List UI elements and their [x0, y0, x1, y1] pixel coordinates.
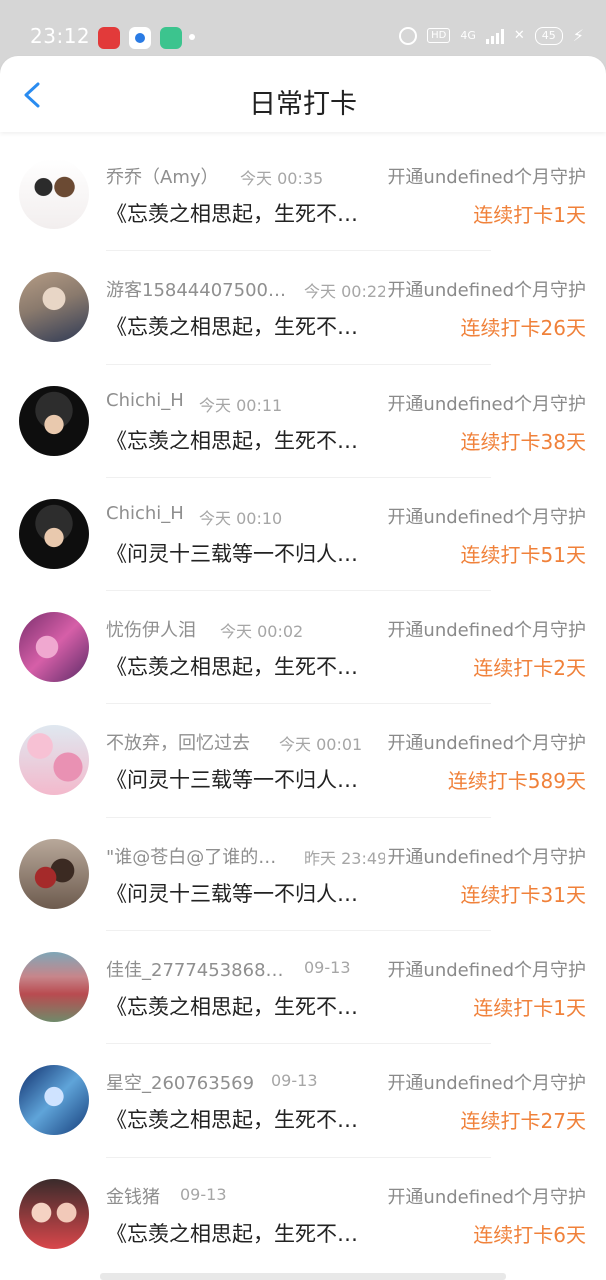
- scroll-indicator: [100, 1273, 506, 1280]
- list-item[interactable]: 星空_260763569 09-13 开通undefined个月守护 《忘羡之相…: [0, 1044, 606, 1158]
- post-time: 今天 00:22: [304, 282, 388, 302]
- streak-count: 连续打卡31天: [460, 882, 586, 907]
- user-name: 星空_260763569: [106, 1073, 255, 1095]
- avatar[interactable]: [19, 838, 89, 909]
- guard-label: 开通undefined个月守护: [385, 276, 586, 303]
- streak-count: 连续打卡2天: [473, 656, 586, 681]
- post-time: 今天 00:35: [240, 169, 324, 188]
- app-notification-icon: [160, 27, 182, 49]
- user-name: Chichi_H: [106, 389, 184, 411]
- more-notifications-icon: [189, 34, 195, 40]
- user-name: 佳佳_2777453868…: [106, 960, 284, 982]
- user-name: 游客15844407500…: [106, 280, 286, 302]
- checkin-list: 乔乔（Amy） 今天 00:35 开通undefined个月守护 《忘羡之相思起…: [0, 138, 606, 1271]
- status-time: 23:12: [30, 24, 91, 48]
- guard-label: 开通undefined个月守护: [385, 502, 586, 529]
- signal-icon: [485, 28, 504, 44]
- status-indicators: HD 4G ✕ 45 ⚡: [399, 26, 584, 45]
- alarm-icon: [399, 26, 418, 45]
- post-time: 今天 00:10: [199, 508, 283, 528]
- guard-label: 开通undefined个月守护: [385, 1182, 586, 1209]
- streak-count: 连续打卡6天: [473, 1222, 586, 1247]
- post-time: 09-13: [304, 958, 351, 978]
- avatar[interactable]: [19, 1065, 89, 1136]
- streak-count: 连续打卡38天: [460, 429, 586, 454]
- guard-label: 开通undefined个月守护: [385, 616, 586, 643]
- user-name: Chichi_H: [106, 502, 184, 524]
- streak-count: 连续打卡1天: [473, 203, 586, 227]
- checkin-message: 《问灵十三载等一不归人…: [106, 768, 358, 793]
- no-signal-icon: ✕: [513, 28, 525, 43]
- avatar[interactable]: [19, 1178, 89, 1249]
- checkin-message: 《问灵十三载等一不归人…: [106, 541, 358, 566]
- avatar[interactable]: [19, 159, 89, 229]
- list-item[interactable]: 游客15844407500… 今天 00:22 开通undefined个月守护 …: [0, 251, 606, 365]
- post-time: 昨天 23:49: [304, 848, 388, 868]
- post-time: 今天 00:02: [220, 622, 304, 642]
- guard-label: 开通undefined个月守护: [385, 163, 586, 189]
- avatar[interactable]: [19, 952, 89, 1023]
- post-time: 09-13: [271, 1071, 318, 1091]
- guard-label: 开通undefined个月守护: [385, 729, 586, 756]
- checkin-message: 《忘羡之相思起，生死不…: [106, 995, 358, 1020]
- list-item[interactable]: 金钱猪 09-13 开通undefined个月守护 《忘羡之相思起，生死不… 连…: [0, 1158, 606, 1271]
- checkin-message: 《忘羡之相思起，生死不…: [106, 1221, 358, 1246]
- list-item[interactable]: 不放弃，回忆过去 今天 00:01 开通undefined个月守护 《问灵十三载…: [0, 704, 606, 818]
- checkin-message: 《忘羡之相思起，生死不…: [106, 1108, 358, 1133]
- user-name: 不放弃，回忆过去: [106, 733, 250, 755]
- network-label: 4G: [460, 29, 476, 42]
- app-notification-icon: [129, 27, 151, 49]
- user-name: 金钱猪: [106, 1186, 160, 1208]
- avatar[interactable]: [19, 272, 89, 343]
- streak-count: 连续打卡589天: [447, 769, 586, 794]
- post-time: 今天 00:11: [199, 395, 283, 415]
- avatar[interactable]: [19, 498, 89, 569]
- guard-label: 开通undefined个月守护: [385, 1069, 586, 1096]
- list-item[interactable]: Chichi_H 今天 00:10 开通undefined个月守护 《问灵十三载…: [0, 478, 606, 592]
- user-name: 乔乔（Amy）: [106, 167, 219, 188]
- hd-badge: HD: [427, 28, 451, 43]
- charging-icon: ⚡: [572, 26, 584, 45]
- checkin-message: 《忘羡之相思起，生死不…: [106, 655, 358, 680]
- nav-header: 日常打卡: [0, 56, 606, 132]
- checkin-message: 《忘羡之相思起，生死不…: [106, 428, 358, 453]
- list-item[interactable]: 佳佳_2777453868… 09-13 开通undefined个月守护 《忘羡…: [0, 931, 606, 1045]
- page-title: 日常打卡: [249, 89, 357, 120]
- list-item[interactable]: "谁@苍白@了谁的… 昨天 23:49 开通undefined个月守护 《问灵十…: [0, 818, 606, 932]
- avatar[interactable]: [19, 612, 89, 683]
- avatar[interactable]: [19, 385, 89, 456]
- streak-count: 连续打卡51天: [460, 542, 586, 567]
- user-name: "谁@苍白@了谁的…: [106, 846, 277, 868]
- post-time: 09-13: [180, 1184, 227, 1204]
- user-name: 忧伤伊人泪: [106, 620, 196, 642]
- guard-label: 开通undefined个月守护: [385, 956, 586, 983]
- guard-label: 开通undefined个月守护: [385, 842, 586, 869]
- list-item[interactable]: 乔乔（Amy） 今天 00:35 开通undefined个月守护 《忘羡之相思起…: [0, 138, 606, 252]
- list-item[interactable]: 忧伤伊人泪 今天 00:02 开通undefined个月守护 《忘羡之相思起，生…: [0, 591, 606, 705]
- guard-label: 开通undefined个月守护: [385, 389, 586, 416]
- streak-count: 连续打卡27天: [460, 1109, 586, 1134]
- streak-count: 连续打卡1天: [473, 996, 586, 1021]
- avatar[interactable]: [19, 725, 89, 796]
- checkin-message: 《忘羡之相思起，生死不…: [106, 202, 358, 226]
- post-time: 今天 00:01: [279, 735, 363, 755]
- streak-count: 连续打卡26天: [460, 316, 586, 341]
- checkin-message: 《问灵十三载等一不归人…: [106, 881, 358, 906]
- battery-icon: 45: [534, 26, 563, 45]
- app-notification-icon: [98, 27, 120, 49]
- list-item[interactable]: Chichi_H 今天 00:11 开通undefined个月守护 《忘羡之相思…: [0, 365, 606, 478]
- checkin-message: 《忘羡之相思起，生死不…: [106, 315, 358, 340]
